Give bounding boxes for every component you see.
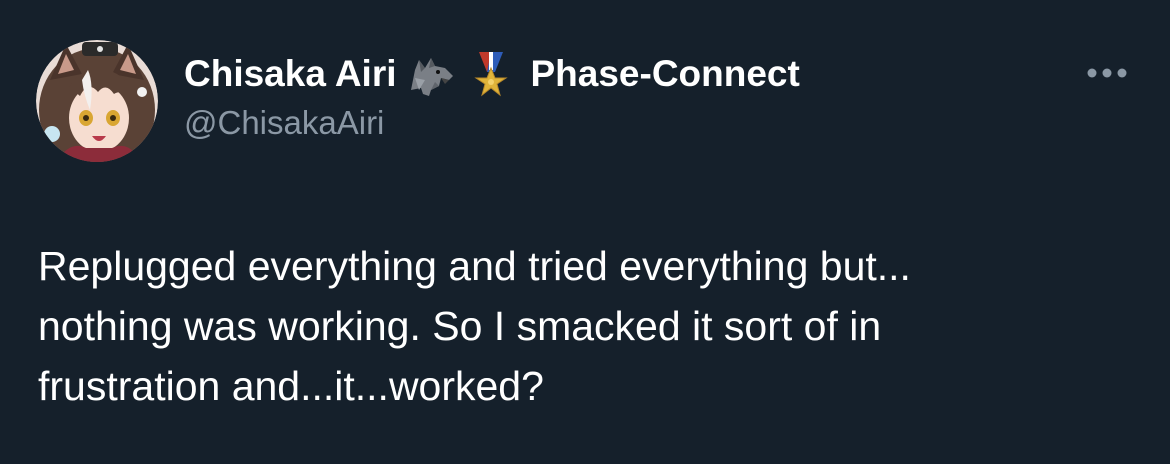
tweet-card: Chisaka Airi Phase-Connect @ChisakaAiri … (0, 0, 1170, 464)
avatar[interactable] (36, 40, 158, 162)
tweet-header: Chisaka Airi Phase-Connect @ChisakaAiri (184, 50, 1110, 142)
user-handle[interactable]: @ChisakaAiri (184, 104, 1110, 142)
more-options-button[interactable] (1082, 58, 1132, 88)
tweet-text: Replugged everything and tried everythin… (38, 243, 911, 409)
military-medal-icon (465, 50, 517, 98)
display-name[interactable]: Chisaka Airi (184, 53, 397, 95)
wolf-icon (405, 50, 457, 98)
name-row: Chisaka Airi Phase-Connect (184, 50, 1110, 98)
affiliation-label: Phase-Connect (530, 53, 800, 94)
more-horizontal-icon (1087, 68, 1127, 78)
